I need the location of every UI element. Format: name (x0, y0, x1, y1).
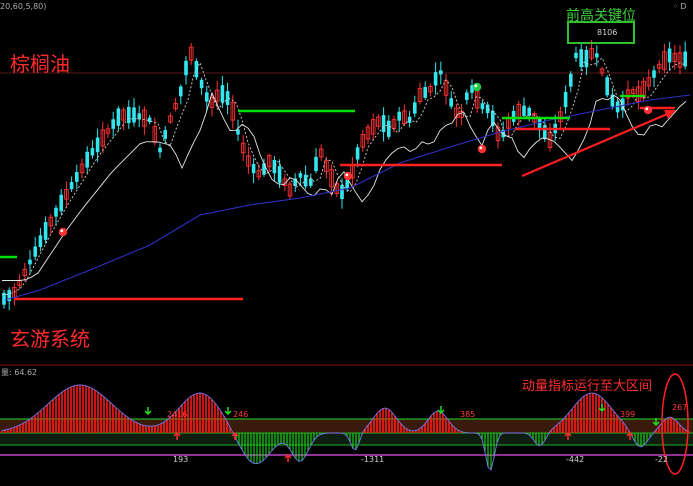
candle-body (449, 98, 453, 107)
signal-marker (58, 227, 68, 237)
ma-mid-line (2, 91, 687, 281)
candle-body (127, 106, 131, 124)
value-label: 385 (460, 410, 476, 419)
candle-body (387, 120, 391, 137)
candle-body (54, 207, 58, 217)
down-arrow-icon (224, 407, 232, 416)
candle-body (522, 105, 526, 116)
candle-body (579, 49, 583, 67)
candle-body (59, 194, 63, 212)
candle-body (85, 151, 89, 168)
candle-body (667, 48, 672, 63)
candle-body (584, 49, 589, 68)
candle-body (413, 102, 417, 114)
candle-body (75, 172, 79, 182)
candle-body (38, 235, 43, 248)
momentum-note: 动量指标运行至大区间 (522, 379, 653, 394)
value-label: -22 (655, 455, 669, 464)
key-level-label: 前高关键位 (566, 8, 636, 24)
candle-body (179, 86, 183, 97)
candle-body (251, 164, 256, 174)
signal-marker (472, 82, 482, 92)
candle-body (199, 79, 204, 89)
value-label: 246 (233, 410, 249, 419)
candle-body (439, 70, 443, 75)
candle-body (262, 163, 266, 175)
candle-body (595, 53, 599, 58)
candle-body (225, 91, 230, 105)
value-label: 267 (672, 403, 688, 412)
value-label: 2416 (167, 410, 188, 419)
signal-marker-highlight (645, 107, 649, 111)
candle-body (423, 86, 427, 98)
candle-body (277, 166, 282, 183)
system-label: 玄游系统 (10, 327, 90, 351)
corner-icon[interactable]: ◦ D (673, 2, 686, 11)
candle-body (574, 52, 578, 59)
candle-body (309, 178, 313, 186)
candle-body (236, 129, 240, 135)
candle-body (69, 182, 74, 190)
down-arrow-icon (598, 404, 606, 413)
candle-body (205, 92, 209, 102)
indicator-params: 20,60,5,80) (0, 2, 47, 11)
candle-body (355, 147, 360, 160)
candle-body (95, 137, 100, 153)
candle-body (381, 115, 386, 133)
chart-stage[interactable] (0, 0, 693, 486)
candle-body (465, 92, 469, 100)
value-label: 193 (173, 455, 189, 464)
candle-body (397, 111, 401, 121)
candle-body (184, 60, 188, 76)
signal-marker (477, 144, 487, 154)
candle-body (569, 73, 573, 87)
signal-marker-highlight (60, 229, 64, 233)
candle-body (314, 156, 318, 172)
candle-body (163, 129, 167, 139)
candle-body (194, 61, 199, 78)
candle-body (220, 85, 225, 103)
down-arrow-icon (437, 406, 445, 415)
up-arrow-icon (284, 453, 292, 462)
signal-marker (643, 105, 653, 115)
level-lines (0, 94, 675, 301)
candle-body (543, 125, 547, 140)
candle-body (132, 107, 136, 123)
sub-indicator-head: 量: 64.62 (1, 368, 38, 377)
candle-body (511, 110, 516, 122)
candle-body (303, 174, 308, 187)
candle-body (605, 77, 609, 96)
candle-body (652, 70, 656, 78)
signal-marker-highlight (479, 146, 483, 150)
candle-body (480, 103, 485, 110)
candle-body (340, 184, 344, 200)
candle-body (298, 173, 303, 178)
signal-marker-highlight (474, 84, 478, 88)
candle-body (433, 72, 438, 86)
signal-marker-highlight (345, 173, 349, 177)
candle-body (563, 91, 568, 108)
candle-body (158, 147, 162, 153)
commodity-label: 棕榈油 (10, 52, 70, 76)
value-label: 399 (620, 410, 636, 419)
candle-body (272, 159, 277, 174)
value-label: -1311 (361, 455, 385, 464)
key-level-price: 8106 (597, 28, 618, 37)
candle-body (116, 108, 121, 126)
signal-marker (343, 171, 353, 181)
value-label: -442 (566, 455, 585, 464)
candle-body (33, 246, 37, 257)
candle-body (43, 222, 48, 240)
candle-body (111, 119, 115, 129)
candle-body (28, 259, 32, 265)
candle-body (90, 148, 95, 156)
down-arrow-icon (144, 407, 152, 416)
